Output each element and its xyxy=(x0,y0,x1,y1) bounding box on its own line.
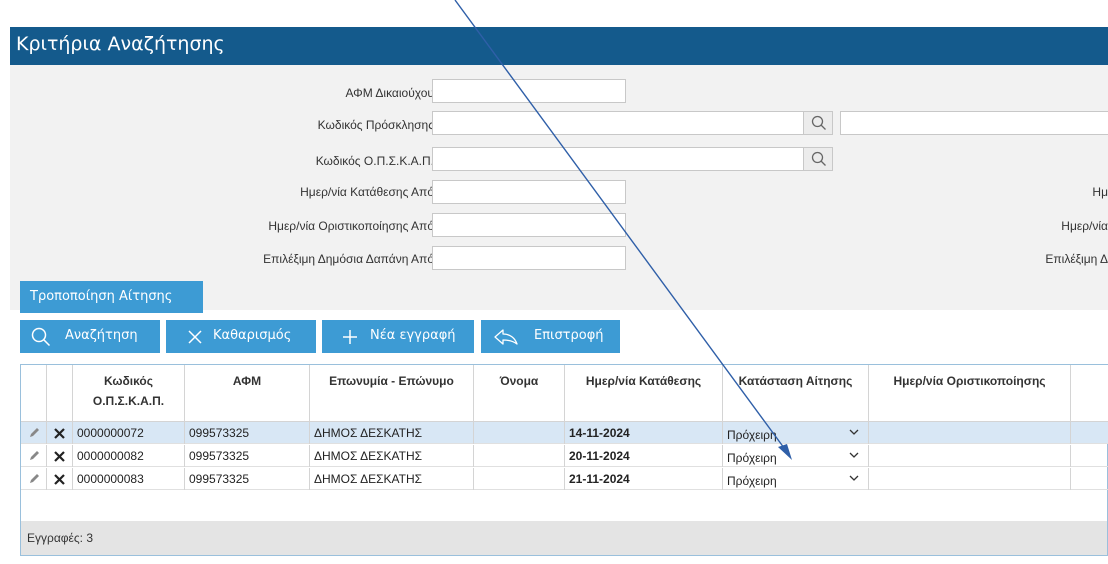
cell-first-name xyxy=(474,422,565,444)
submit-date-to-label: Ημ xyxy=(1092,185,1108,199)
clear-button[interactable]: Καθαρισμός xyxy=(166,320,316,353)
pencil-icon xyxy=(30,451,39,460)
column-header-first-name[interactable]: Όνομα xyxy=(474,365,565,422)
expense-from-input[interactable] xyxy=(432,246,626,270)
header-extra-col xyxy=(1071,365,1107,422)
finalize-date-from-input[interactable] xyxy=(432,213,626,237)
delete-cell[interactable] xyxy=(47,422,73,444)
cell-opskap-code: 0000000082 xyxy=(73,445,185,467)
column-header-name[interactable]: Επωνυμία - Επώνυμο xyxy=(310,365,474,422)
cell-submit-date: 20-11-2024 xyxy=(565,445,723,467)
cell-finalize-date xyxy=(869,445,1071,467)
invitation-code-label: Κωδικός Πρόσκλησης xyxy=(317,118,434,132)
cell-afm: 099573325 xyxy=(185,445,310,467)
edit-cell[interactable] xyxy=(21,422,47,444)
table-row[interactable]: 0000000082 099573325 ΔΗΜΟΣ ΔΕΣΚΑΤΗΣ 20-1… xyxy=(21,445,1108,467)
column-header-status[interactable]: Κατάσταση Αίτησης xyxy=(723,365,869,422)
delete-x-icon xyxy=(54,451,65,462)
cell-extra xyxy=(1071,422,1107,444)
column-header-finalize-date[interactable]: Ημερ/νία Οριστικοποίησης xyxy=(869,365,1071,422)
column-header-submit-date[interactable]: Ημερ/νία Κατάθεσης xyxy=(565,365,723,422)
search-icon xyxy=(811,151,826,166)
column-header-opskap-code[interactable]: Κωδικός Ο.Π.Σ.Κ.Α.Π. xyxy=(73,365,185,422)
cell-opskap-code: 0000000072 xyxy=(73,422,185,444)
status-value: Πρόχειρη xyxy=(727,428,777,442)
search-criteria-panel: ΑΦΜ Δικαιούχου Κωδικός Πρόσκλησης Κωδικό… xyxy=(10,65,1108,310)
edit-cell[interactable] xyxy=(21,468,47,490)
cell-first-name xyxy=(474,468,565,490)
column-header-afm[interactable]: ΑΦΜ xyxy=(185,365,310,422)
delete-x-icon xyxy=(54,474,65,485)
cell-extra xyxy=(1071,468,1107,490)
plus-icon xyxy=(343,330,357,344)
invitation-code-input[interactable] xyxy=(432,111,804,135)
search-icon xyxy=(811,115,826,130)
table-header: Κωδικός Ο.Π.Σ.Κ.Α.Π. ΑΦΜ Επωνυμία - Επών… xyxy=(21,365,1108,422)
cell-submit-date: 21-11-2024 xyxy=(565,468,723,490)
cell-afm: 099573325 xyxy=(185,468,310,490)
edit-cell[interactable] xyxy=(21,445,47,467)
chevron-down-icon xyxy=(849,475,859,481)
expense-from-label: Επιλέξιμη Δημόσια Δαπάνη Από xyxy=(263,252,434,266)
cell-submit-date: 14-11-2024 xyxy=(565,422,723,444)
cell-opskap-code: 0000000083 xyxy=(73,468,185,490)
search-icon xyxy=(31,327,51,347)
opskap-search-button[interactable] xyxy=(803,147,833,171)
delete-cell[interactable] xyxy=(47,445,73,467)
status-value: Πρόχειρη xyxy=(727,474,777,488)
cell-extra xyxy=(1071,445,1107,467)
invitation-description-input[interactable] xyxy=(840,111,1108,135)
modify-application-label: Τροποποίηση Αίτησης xyxy=(30,289,173,304)
cell-afm: 099573325 xyxy=(185,422,310,444)
page-title: Κριτήρια Αναζήτησης xyxy=(16,33,225,55)
record-count: Εγγραφές: 3 xyxy=(27,531,94,545)
chevron-down-icon xyxy=(849,429,859,435)
table-row[interactable]: 0000000083 099573325 ΔΗΜΟΣ ΔΕΣΚΑΤΗΣ 21-1… xyxy=(21,468,1108,490)
table-footer: Εγγραφές: 3 xyxy=(21,521,1107,555)
delete-x-icon xyxy=(54,428,65,439)
delete-cell[interactable] xyxy=(47,468,73,490)
chevron-down-icon xyxy=(849,452,859,458)
invitation-search-button[interactable] xyxy=(803,111,833,135)
opskap-code-label: Κωδικός Ο.Π.Σ.Κ.Α.Π. xyxy=(315,154,434,168)
afm-input[interactable] xyxy=(432,79,626,103)
cell-finalize-date xyxy=(869,468,1071,490)
submit-date-from-input[interactable] xyxy=(432,180,626,204)
finalize-date-from-label: Ημερ/νία Οριστικοποίησης Από xyxy=(268,219,434,233)
status-dropdown[interactable]: Πρόχειρη xyxy=(723,468,869,490)
new-record-button-label: Νέα εγγραφή xyxy=(370,328,456,343)
back-button[interactable]: Επιστροφή xyxy=(481,320,620,353)
status-value: Πρόχειρη xyxy=(727,451,777,465)
opskap-code-input[interactable] xyxy=(432,147,804,171)
table-row[interactable]: 0000000072 099573325 ΔΗΜΟΣ ΔΕΣΚΑΤΗΣ 14-1… xyxy=(21,422,1108,444)
status-dropdown[interactable]: Πρόχειρη xyxy=(723,445,869,467)
back-arrow-icon xyxy=(494,329,518,345)
status-dropdown[interactable]: Πρόχειρη xyxy=(723,422,869,444)
applications-table: Κωδικός Ο.Π.Σ.Κ.Α.Π. ΑΦΜ Επωνυμία - Επών… xyxy=(20,364,1108,556)
back-button-label: Επιστροφή xyxy=(534,328,604,343)
submit-date-from-label: Ημερ/νία Κατάθεσης Από xyxy=(300,185,434,199)
pencil-icon xyxy=(30,474,39,483)
afm-label: ΑΦΜ Δικαιούχου xyxy=(345,86,435,100)
cell-name: ΔΗΜΟΣ ΔΕΣΚΑΤΗΣ xyxy=(310,468,474,490)
expense-to-label: Επιλέξιμη Δ xyxy=(1045,252,1108,266)
close-icon xyxy=(188,330,202,344)
new-record-button[interactable]: Νέα εγγραφή xyxy=(322,320,474,353)
modify-application-button[interactable]: Τροποποίηση Αίτησης xyxy=(20,281,203,313)
header-edit-col xyxy=(21,365,47,422)
cell-finalize-date xyxy=(869,422,1071,444)
clear-button-label: Καθαρισμός xyxy=(213,328,292,343)
search-criteria-header: Κριτήρια Αναζήτησης xyxy=(10,27,1108,65)
search-button[interactable]: Αναζήτηση xyxy=(20,320,160,353)
search-button-label: Αναζήτηση xyxy=(65,328,138,343)
cell-name: ΔΗΜΟΣ ΔΕΣΚΑΤΗΣ xyxy=(310,445,474,467)
cell-first-name xyxy=(474,445,565,467)
pencil-icon xyxy=(30,428,39,437)
cell-name: ΔΗΜΟΣ ΔΕΣΚΑΤΗΣ xyxy=(310,422,474,444)
header-delete-col xyxy=(47,365,73,422)
finalize-date-to-label: Ημερ/νία xyxy=(1061,219,1108,233)
